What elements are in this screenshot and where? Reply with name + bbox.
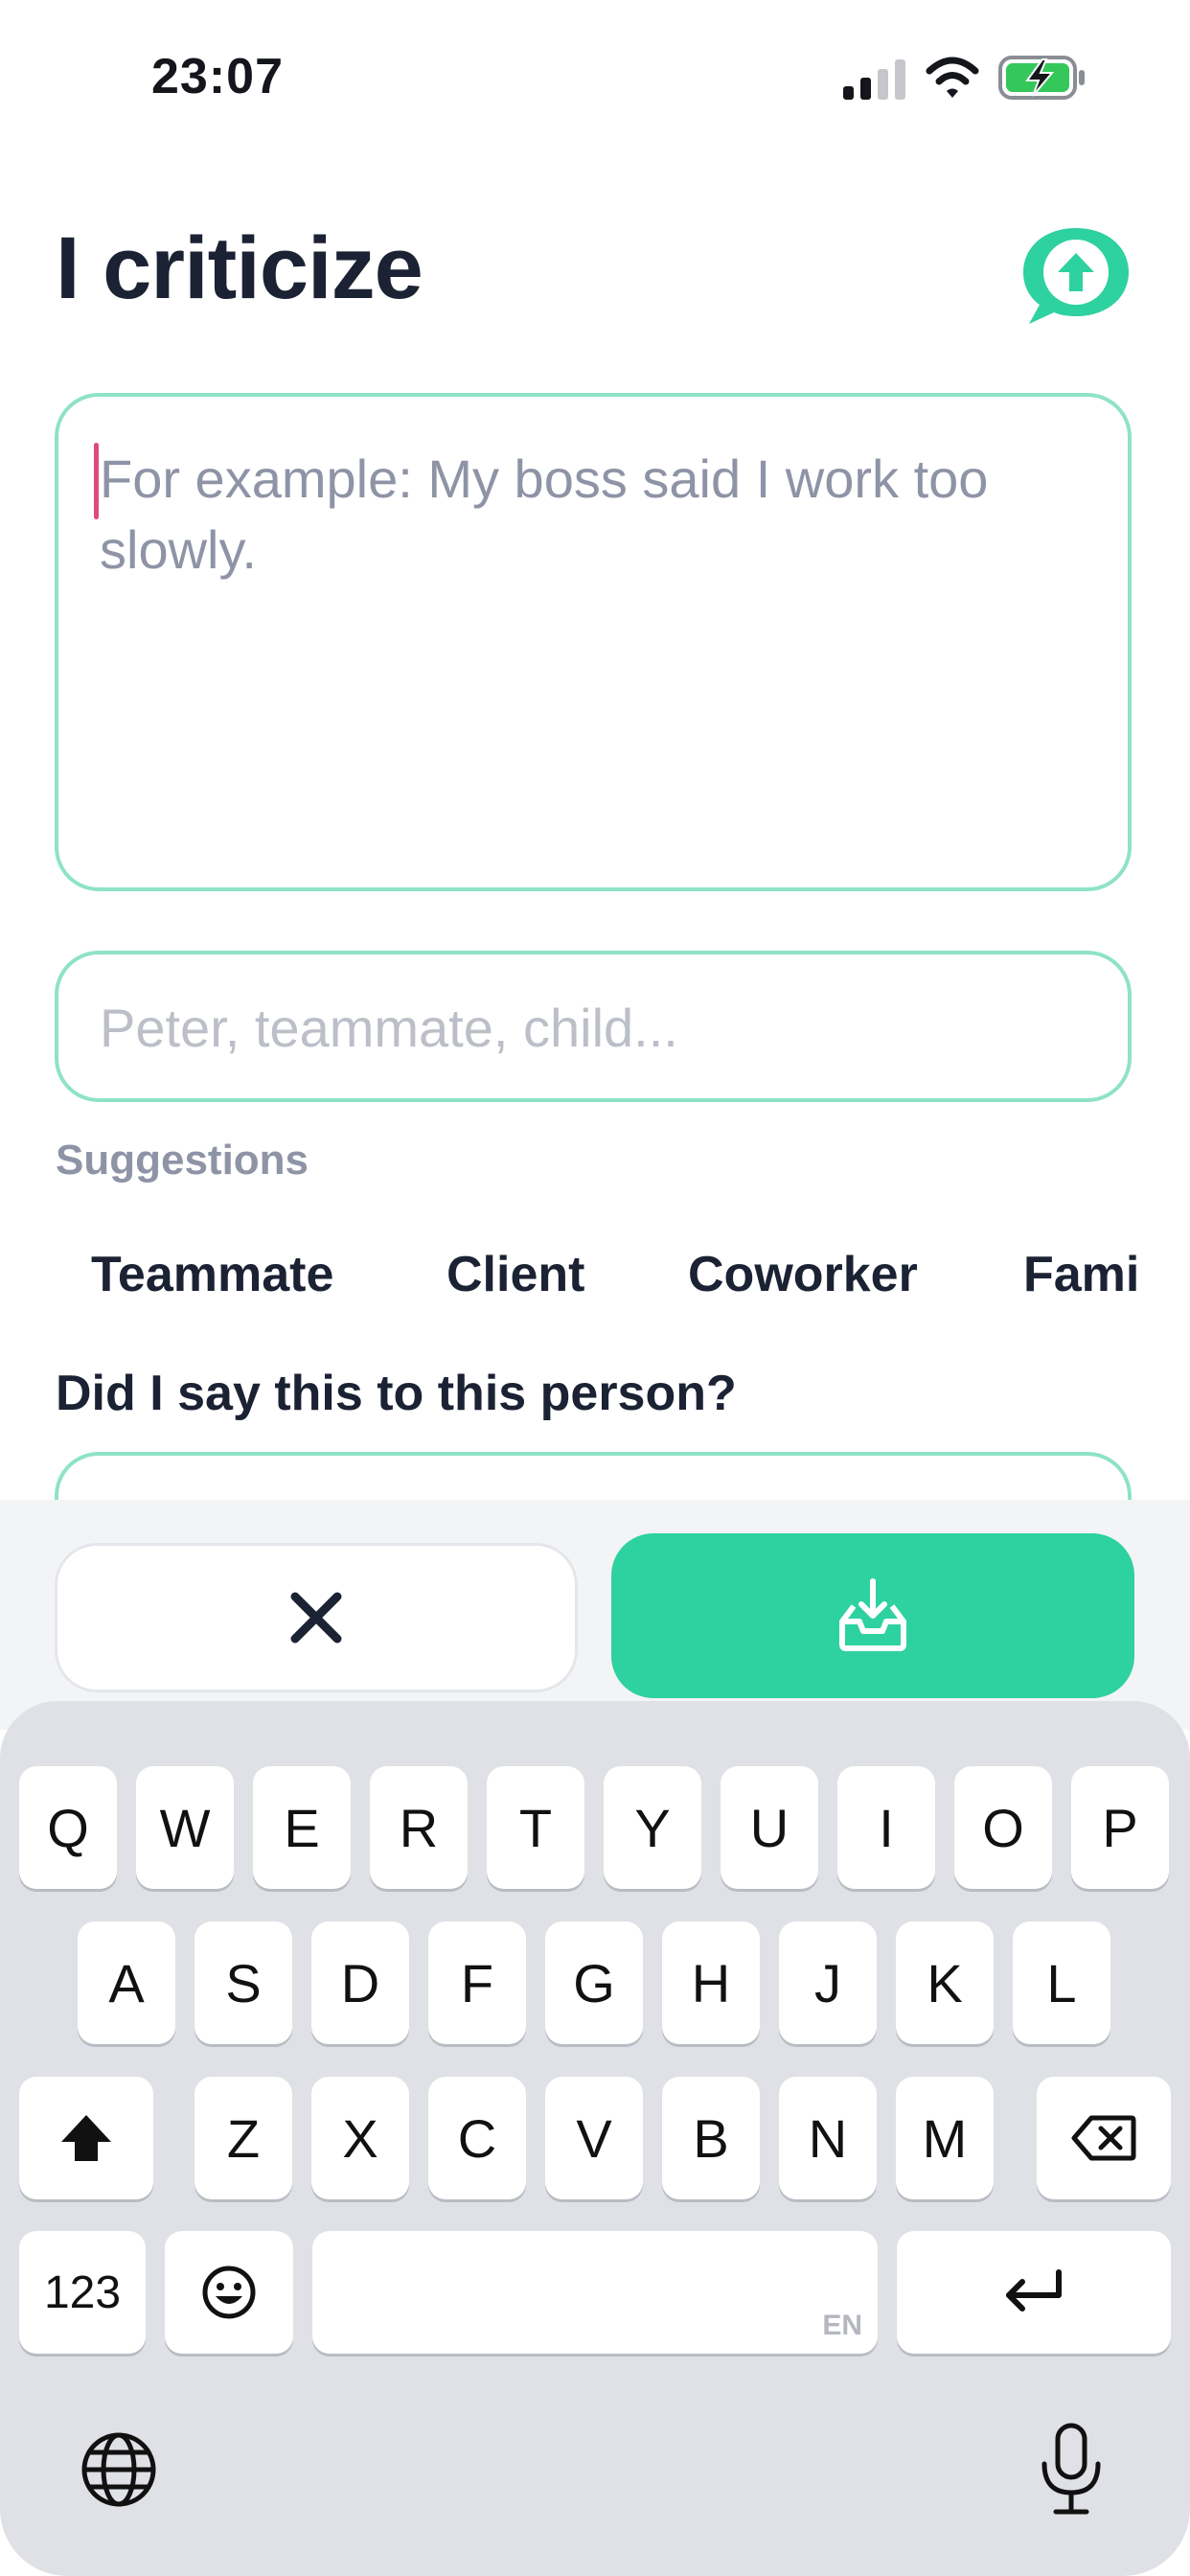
return-key[interactable] bbox=[897, 2231, 1171, 2354]
status-time: 23:07 bbox=[151, 49, 284, 104]
key-c[interactable]: C bbox=[428, 2077, 526, 2199]
emoji-key[interactable] bbox=[165, 2231, 293, 2354]
key-h[interactable]: H bbox=[662, 1921, 760, 2044]
key-v[interactable]: V bbox=[545, 2077, 643, 2199]
suggestion-chip-teammate[interactable]: Teammate bbox=[91, 1246, 333, 1303]
key-s[interactable]: S bbox=[195, 1921, 292, 2044]
key-z[interactable]: Z bbox=[195, 2077, 292, 2199]
shift-key[interactable] bbox=[19, 2077, 153, 2199]
page-title: I criticize bbox=[56, 219, 423, 317]
criticism-placeholder: For example: My boss said I work too slo… bbox=[100, 448, 989, 580]
key-a[interactable]: A bbox=[78, 1921, 175, 2044]
cellular-signal-icon bbox=[843, 59, 905, 100]
key-n[interactable]: N bbox=[779, 2077, 877, 2199]
key-e[interactable]: E bbox=[253, 1766, 351, 1889]
key-g[interactable]: G bbox=[545, 1921, 643, 2044]
save-button[interactable] bbox=[611, 1533, 1134, 1698]
key-l[interactable]: L bbox=[1013, 1921, 1110, 2044]
cancel-button[interactable] bbox=[55, 1543, 578, 1692]
shift-arrow-icon bbox=[61, 2115, 111, 2161]
key-d[interactable]: D bbox=[311, 1921, 409, 2044]
key-w[interactable]: W bbox=[136, 1766, 234, 1889]
share-chat-button[interactable] bbox=[1016, 222, 1136, 330]
key-r[interactable]: R bbox=[370, 1766, 468, 1889]
numbers-key[interactable]: 123 bbox=[19, 2231, 146, 2354]
key-f[interactable]: F bbox=[428, 1921, 526, 2044]
wifi-icon bbox=[926, 57, 979, 98]
keyboard-language-tag: EN bbox=[822, 2310, 862, 2341]
suggestion-chip-client[interactable]: Client bbox=[446, 1246, 584, 1303]
microphone-icon[interactable] bbox=[1037, 2422, 1106, 2518]
battery-charging-icon bbox=[998, 56, 1085, 100]
said-to-person-question: Did I say this to this person? bbox=[56, 1366, 737, 1421]
backspace-icon bbox=[1071, 2115, 1136, 2161]
suggestion-chip-coworker[interactable]: Coworker bbox=[688, 1246, 918, 1303]
key-q[interactable]: Q bbox=[19, 1766, 117, 1889]
key-u[interactable]: U bbox=[721, 1766, 818, 1889]
suggestion-chip-family[interactable]: Family bbox=[1023, 1246, 1136, 1303]
key-o[interactable]: O bbox=[954, 1766, 1052, 1889]
key-t[interactable]: T bbox=[487, 1766, 584, 1889]
key-j[interactable]: J bbox=[779, 1921, 877, 2044]
suggestions-label: Suggestions bbox=[56, 1137, 309, 1184]
backspace-key[interactable] bbox=[1037, 2077, 1171, 2199]
key-k[interactable]: K bbox=[896, 1921, 994, 2044]
key-m[interactable]: M bbox=[896, 2077, 994, 2199]
key-y[interactable]: Y bbox=[604, 1766, 701, 1889]
key-x[interactable]: X bbox=[311, 2077, 409, 2199]
key-p[interactable]: P bbox=[1071, 1766, 1169, 1889]
save-inbox-icon bbox=[839, 1578, 906, 1651]
suggestion-chips: Teammate Client Coworker Family bbox=[0, 1227, 1136, 1322]
text-cursor bbox=[94, 443, 99, 519]
globe-icon[interactable] bbox=[79, 2429, 159, 2510]
person-placeholder: Peter, teammate, child... bbox=[100, 998, 678, 1058]
key-b[interactable]: B bbox=[662, 2077, 760, 2199]
close-icon bbox=[290, 1592, 342, 1644]
key-i[interactable]: I bbox=[837, 1766, 935, 1889]
return-arrow-icon bbox=[1006, 2269, 1062, 2312]
onscreen-keyboard: Q W E R T Y U I O P A S D F G H J K L Z … bbox=[0, 1701, 1190, 2576]
emoji-face-icon bbox=[202, 2266, 256, 2319]
space-key[interactable]: EN bbox=[312, 2231, 878, 2354]
